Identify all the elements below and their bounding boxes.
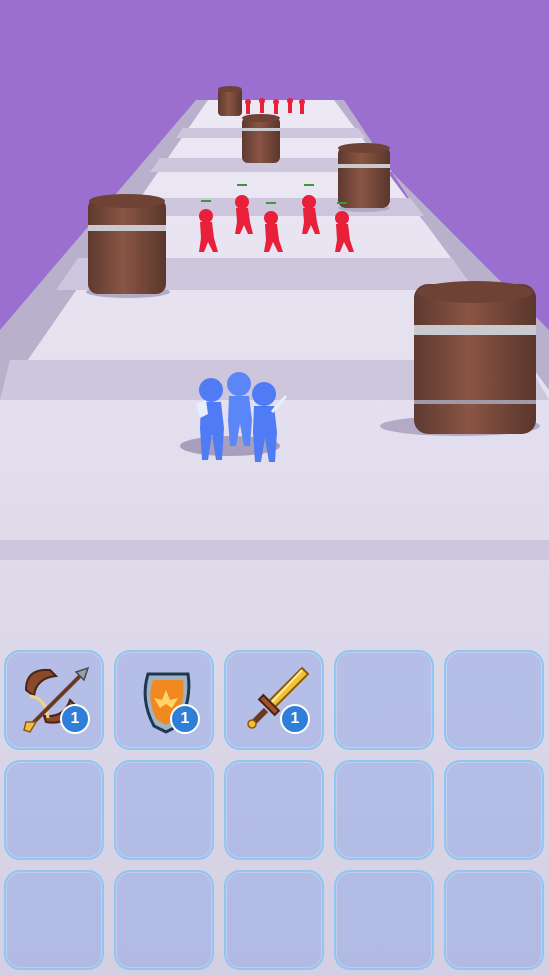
item-level-badge: 1: [60, 704, 90, 734]
inventory-grid: 1 1 1: [0, 644, 549, 976]
inventory-slot-shield[interactable]: 1: [114, 650, 214, 750]
inventory-slot-empty[interactable]: [334, 650, 434, 750]
barrel-left: [86, 194, 170, 298]
inventory-slot-empty[interactable]: [224, 870, 324, 970]
barrel-right-small: [338, 143, 390, 212]
barrel-far: [218, 86, 242, 116]
inventory-slot-empty[interactable]: [334, 870, 434, 970]
inventory-slot-sword[interactable]: 1: [224, 650, 324, 750]
item-level-badge: 1: [170, 704, 200, 734]
inventory-slot-empty[interactable]: [4, 760, 104, 860]
inventory-slot-empty[interactable]: [114, 760, 214, 860]
inventory-slot-empty[interactable]: [4, 870, 104, 970]
inventory-slot-bow[interactable]: 1: [4, 650, 104, 750]
item-level-badge: 1: [280, 704, 310, 734]
inventory-slot-empty[interactable]: [444, 650, 544, 750]
inventory-slot-empty[interactable]: [444, 870, 544, 970]
inventory-slot-empty[interactable]: [224, 760, 324, 860]
inventory-slot-empty[interactable]: [114, 870, 214, 970]
barrel-mid: [242, 114, 280, 163]
inventory-slot-empty[interactable]: [334, 760, 434, 860]
inventory-slot-empty[interactable]: [444, 760, 544, 860]
